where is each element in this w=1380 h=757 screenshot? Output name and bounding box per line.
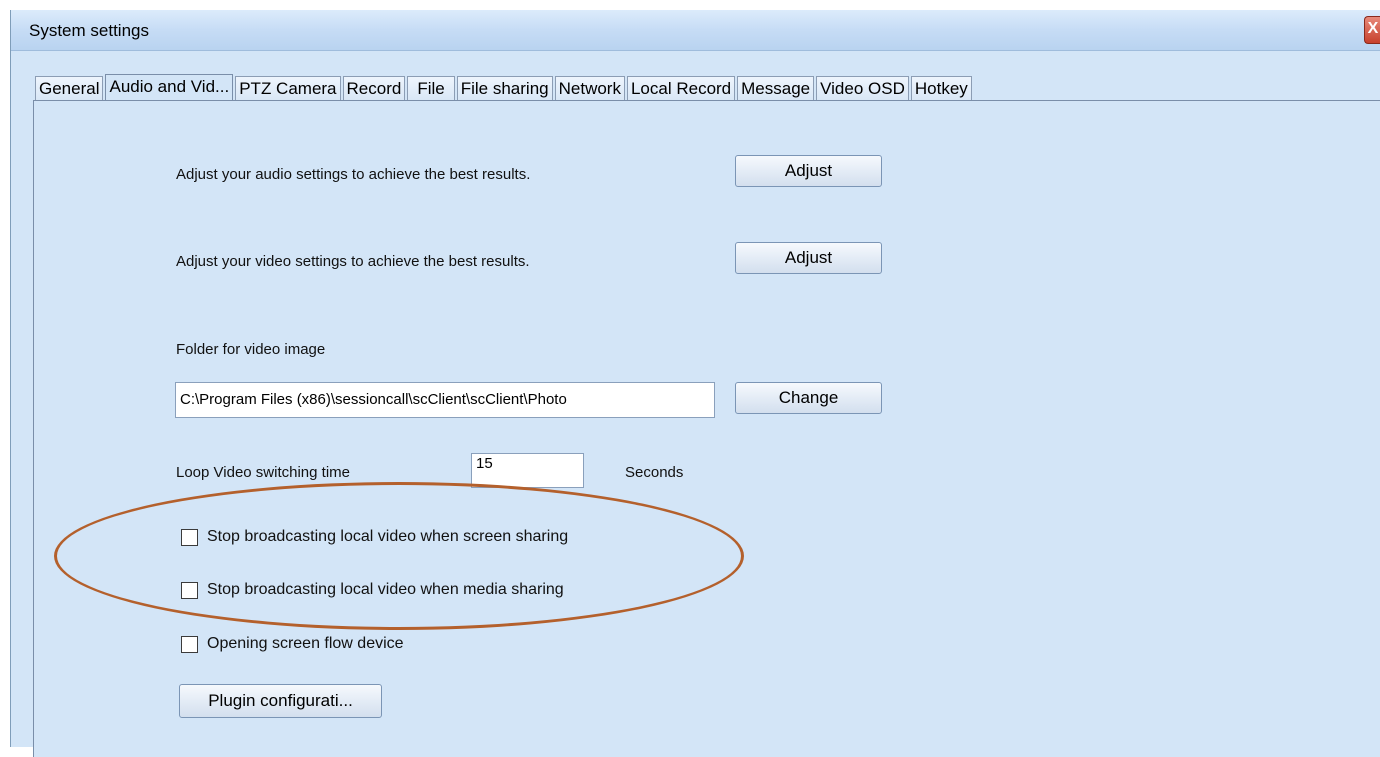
tab-message[interactable]: Message	[737, 76, 815, 100]
change-folder-button[interactable]: Change	[735, 382, 882, 414]
tab-record[interactable]: Record	[342, 76, 406, 100]
tab-ptz-camera[interactable]: PTZ Camera	[235, 76, 341, 100]
opening-screen-flow-row[interactable]: Opening screen flow device	[181, 635, 404, 653]
system-settings-window: System settings X General Audio and Vid.…	[10, 10, 1380, 757]
stop-broadcast-screen-sharing-checkbox[interactable]	[181, 528, 198, 546]
tab-network[interactable]: Network	[554, 76, 625, 100]
title-bar[interactable]: System settings X	[11, 10, 1380, 51]
tab-strip: General Audio and Vid... PTZ Camera Reco…	[35, 74, 974, 101]
tab-file-sharing[interactable]: File sharing	[456, 76, 553, 100]
plugin-configuration-button[interactable]: Plugin configurati...	[179, 684, 382, 718]
stop-broadcast-screen-sharing-row[interactable]: Stop broadcasting local video when scree…	[181, 528, 568, 546]
folder-label: Folder for video image	[176, 341, 326, 358]
loop-switching-label: Loop Video switching time	[176, 464, 350, 481]
loop-switching-input[interactable]: 15	[471, 453, 584, 488]
stop-broadcast-media-sharing-label: Stop broadcasting local video when media…	[207, 581, 564, 598]
close-icon: X	[1367, 20, 1379, 37]
seconds-label: Seconds	[625, 464, 684, 481]
stop-broadcast-media-sharing-row[interactable]: Stop broadcasting local video when media…	[181, 581, 564, 599]
folder-path-field[interactable]: C:\Program Files (x86)\sessioncall\scCli…	[175, 382, 715, 418]
tab-file[interactable]: File	[407, 76, 455, 100]
tab-hotkey[interactable]: Hotkey	[910, 76, 972, 100]
tab-audio-and-video[interactable]: Audio and Vid...	[105, 74, 234, 101]
video-settings-text: Adjust your video settings to achieve th…	[176, 253, 530, 270]
stop-broadcast-media-sharing-checkbox[interactable]	[181, 581, 198, 599]
opening-screen-flow-label: Opening screen flow device	[207, 635, 404, 652]
audio-settings-text: Adjust your audio settings to achieve th…	[176, 166, 531, 183]
adjust-video-button[interactable]: Adjust	[735, 242, 882, 274]
tab-general[interactable]: General	[35, 76, 104, 100]
tab-local-record[interactable]: Local Record	[626, 76, 736, 100]
tab-panel-audio-video	[33, 100, 1380, 757]
close-button[interactable]: X	[1364, 16, 1380, 44]
window-title: System settings	[29, 21, 149, 40]
tab-video-osd[interactable]: Video OSD	[816, 76, 909, 100]
stop-broadcast-screen-sharing-label: Stop broadcasting local video when scree…	[207, 528, 569, 545]
opening-screen-flow-checkbox[interactable]	[181, 635, 198, 653]
adjust-audio-button[interactable]: Adjust	[735, 155, 882, 187]
